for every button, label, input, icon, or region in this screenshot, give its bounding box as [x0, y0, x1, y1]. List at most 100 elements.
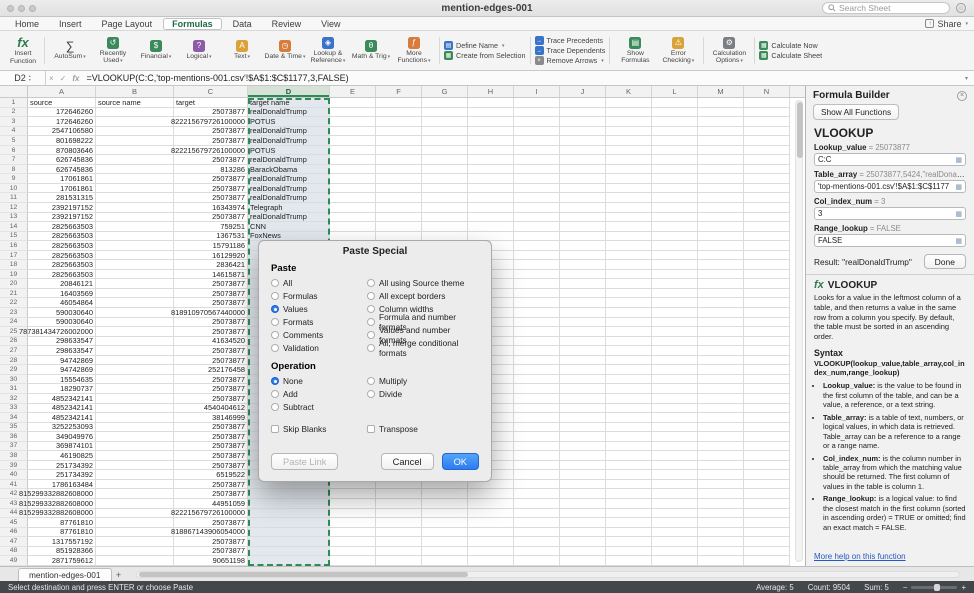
cell[interactable]: realDonaldTrump: [248, 136, 330, 146]
row-header[interactable]: 31: [0, 384, 28, 394]
row-header[interactable]: 36: [0, 432, 28, 442]
cell[interactable]: 87761810: [28, 518, 96, 528]
cell[interactable]: [560, 117, 606, 127]
cell[interactable]: 90651198: [174, 556, 248, 566]
row-header[interactable]: 46: [0, 528, 28, 538]
cell[interactable]: [96, 127, 174, 137]
cell[interactable]: [698, 518, 744, 528]
cell[interactable]: [376, 509, 422, 519]
cell[interactable]: [514, 213, 560, 223]
formula-bar-expand-icon[interactable]: ▾: [965, 75, 968, 82]
cell[interactable]: [514, 146, 560, 156]
cell[interactable]: 626745836: [28, 165, 96, 175]
cell[interactable]: 1367531: [174, 232, 248, 242]
cell[interactable]: [422, 184, 468, 194]
account-icon[interactable]: ☺: [956, 3, 966, 13]
cell[interactable]: 1786163484: [28, 480, 96, 490]
remove-arrows-button[interactable]: ×Remove Arrows▾: [535, 56, 606, 65]
zoom-in-icon[interactable]: +: [961, 583, 966, 592]
cell[interactable]: [698, 251, 744, 261]
cell[interactable]: 2825663503: [28, 241, 96, 251]
cell[interactable]: [468, 193, 514, 203]
cell[interactable]: [744, 289, 790, 299]
cell[interactable]: [376, 556, 422, 566]
cell[interactable]: [330, 222, 376, 232]
cell[interactable]: [514, 461, 560, 471]
cell[interactable]: [560, 203, 606, 213]
cell[interactable]: [652, 184, 698, 194]
cell[interactable]: [514, 270, 560, 280]
cell[interactable]: [652, 318, 698, 328]
cell[interactable]: [652, 308, 698, 318]
row-header[interactable]: 26: [0, 337, 28, 347]
cell[interactable]: [514, 222, 560, 232]
cell[interactable]: [744, 375, 790, 385]
cell[interactable]: [698, 442, 744, 452]
cell[interactable]: 25073877: [174, 108, 248, 118]
cell[interactable]: [652, 165, 698, 175]
cell[interactable]: 38146999: [174, 413, 248, 423]
cell[interactable]: [248, 528, 330, 538]
cell[interactable]: [422, 489, 468, 499]
cell[interactable]: [652, 423, 698, 433]
error-checking-button[interactable]: ⚠Error Checking▾: [657, 33, 699, 68]
cell[interactable]: [698, 222, 744, 232]
cell[interactable]: [560, 108, 606, 118]
cell[interactable]: [422, 98, 468, 108]
input-col-index-num[interactable]: 3▦: [814, 207, 966, 220]
cell[interactable]: [96, 251, 174, 261]
cell[interactable]: [330, 528, 376, 538]
cell[interactable]: 281531315: [28, 193, 96, 203]
cell[interactable]: [606, 432, 652, 442]
cell[interactable]: [560, 308, 606, 318]
cell[interactable]: [744, 327, 790, 337]
cell[interactable]: [514, 155, 560, 165]
cell[interactable]: 298633547: [28, 337, 96, 347]
cell[interactable]: realDonaldTrump: [248, 155, 330, 165]
cell[interactable]: [514, 384, 560, 394]
cell[interactable]: [96, 346, 174, 356]
cell[interactable]: [514, 98, 560, 108]
cell[interactable]: [376, 193, 422, 203]
cell[interactable]: [96, 117, 174, 127]
define-name-button[interactable]: ▤Define Name▾: [444, 41, 526, 50]
cell[interactable]: [330, 146, 376, 156]
cell[interactable]: 25073877: [174, 451, 248, 461]
cell[interactable]: [606, 308, 652, 318]
cell[interactable]: 25073877: [174, 547, 248, 557]
cell[interactable]: [96, 432, 174, 442]
row-header[interactable]: 2: [0, 108, 28, 118]
cell[interactable]: [376, 489, 422, 499]
cell[interactable]: 4852342141: [28, 413, 96, 423]
cell[interactable]: [560, 489, 606, 499]
cancel-button[interactable]: Cancel: [381, 453, 434, 470]
cell[interactable]: [422, 146, 468, 156]
cell[interactable]: [698, 423, 744, 433]
create-from-selection-button[interactable]: ▦Create from Selection: [444, 51, 526, 60]
cell[interactable]: [652, 136, 698, 146]
cell[interactable]: [606, 279, 652, 289]
cell[interactable]: [376, 165, 422, 175]
cell[interactable]: [330, 98, 376, 108]
cell[interactable]: [698, 404, 744, 414]
cell[interactable]: [560, 174, 606, 184]
column-header-e[interactable]: E: [330, 86, 376, 97]
row-header[interactable]: 28: [0, 356, 28, 366]
lookup-reference-button[interactable]: ◈Lookup & Reference▾: [307, 33, 349, 68]
cell[interactable]: [652, 337, 698, 347]
cell[interactable]: [560, 193, 606, 203]
cell[interactable]: 815299332882608000: [28, 499, 96, 509]
tab-home[interactable]: Home: [6, 18, 48, 30]
row-header[interactable]: 15: [0, 232, 28, 242]
checkbox-transpose[interactable]: Transpose: [367, 422, 418, 435]
vertical-scrollbar[interactable]: [795, 100, 803, 562]
search-input[interactable]: Search Sheet: [822, 2, 950, 14]
cell[interactable]: [514, 127, 560, 137]
cell[interactable]: [606, 155, 652, 165]
tab-insert[interactable]: Insert: [50, 18, 91, 30]
cell[interactable]: [652, 127, 698, 137]
cell[interactable]: [468, 213, 514, 223]
cell[interactable]: 822215679726100000: [174, 509, 248, 519]
cell[interactable]: [330, 537, 376, 547]
cell[interactable]: 25073877: [174, 136, 248, 146]
